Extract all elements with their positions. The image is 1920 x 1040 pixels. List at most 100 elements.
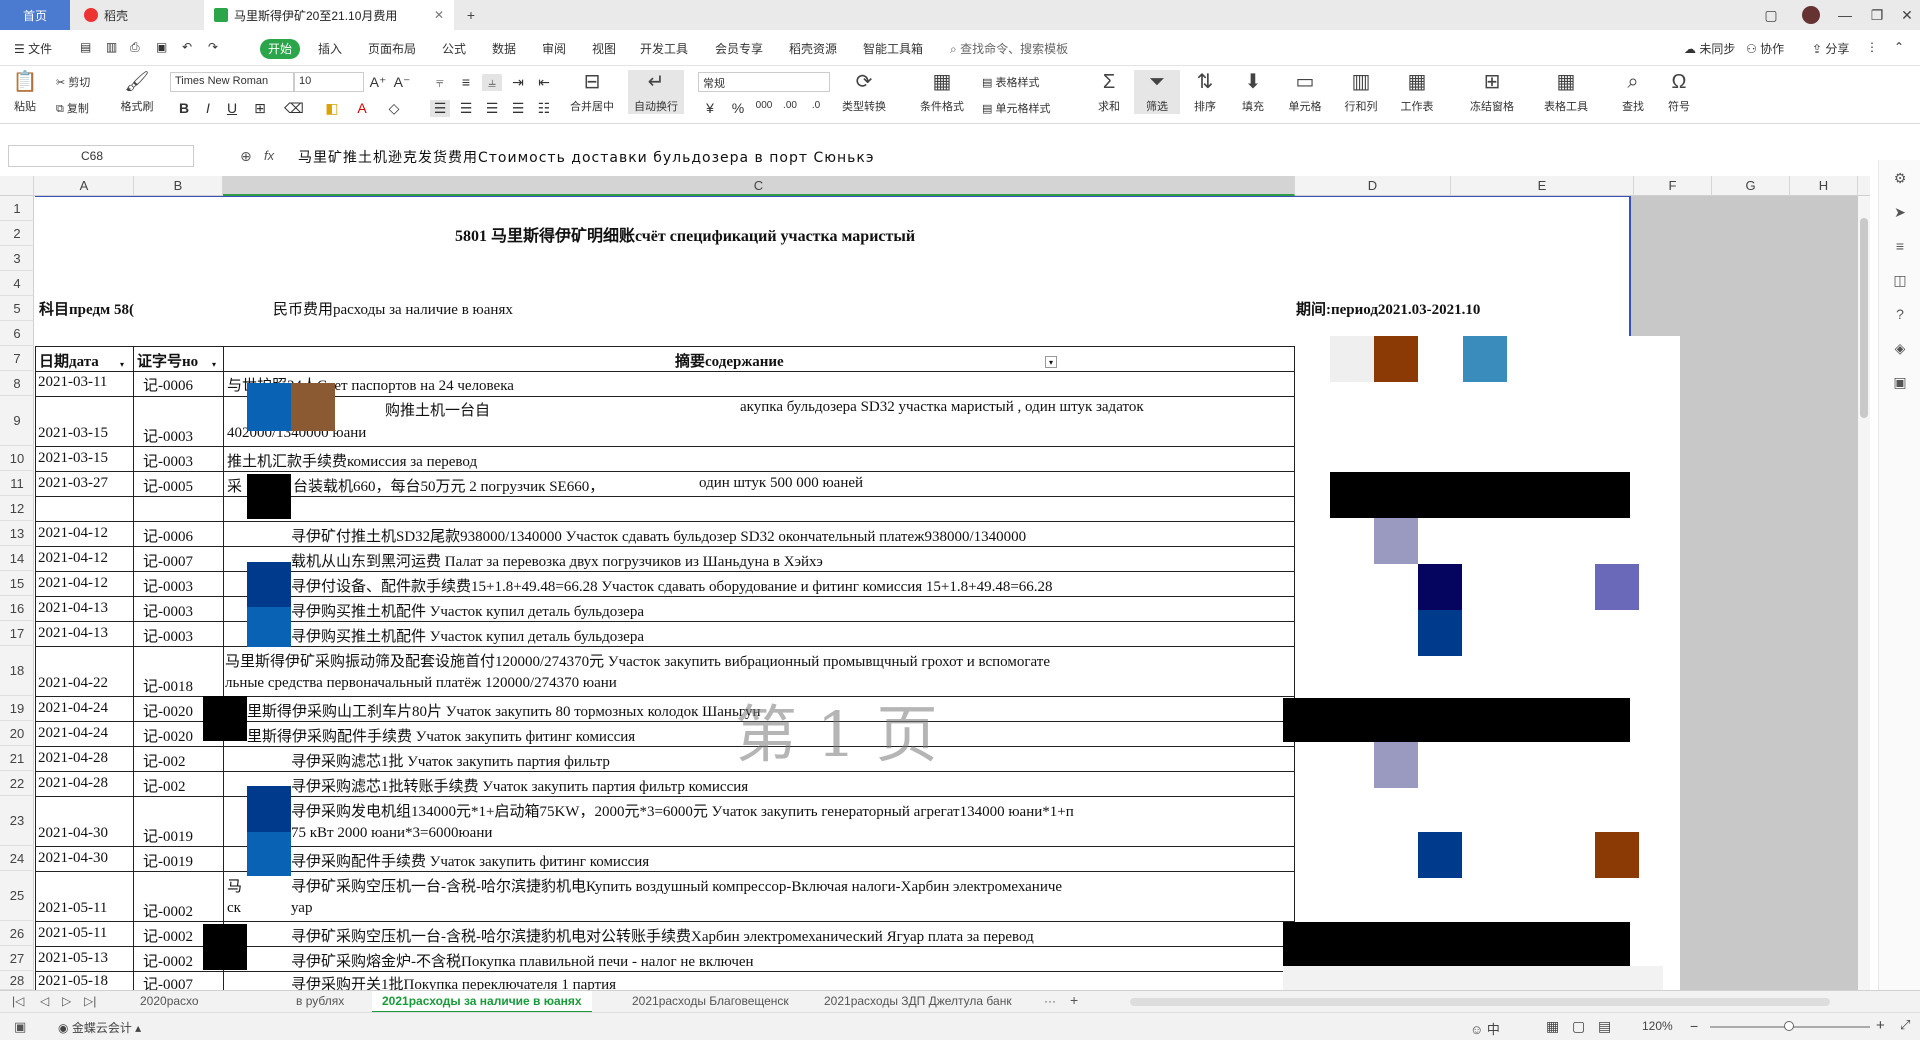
row-header[interactable]: 21 — [0, 746, 34, 771]
print-icon[interactable]: ⎙ — [130, 40, 140, 58]
bold-icon[interactable]: B — [174, 100, 194, 116]
decrease-decimal-icon[interactable]: .0 — [806, 100, 826, 111]
minimize-icon[interactable]: — — [1836, 6, 1854, 24]
type-convert-button[interactable]: ⟳ 类型转换 — [836, 70, 892, 114]
cell-date[interactable]: 2021-05-11 — [38, 900, 107, 917]
cell-summary[interactable]: 载机从山东到黑河运费 Палат за перевозка двух погру… — [291, 550, 1291, 571]
column-header[interactable]: F — [1634, 176, 1712, 196]
cell-summary[interactable]: 寻伊采购开关1批Покупка переключателя 1 партия — [291, 973, 1291, 990]
row-header[interactable]: 15 — [0, 571, 34, 596]
redo-icon[interactable]: ↷ — [208, 40, 218, 58]
collab-button[interactable]: ⚇ 协作 — [1746, 40, 1784, 58]
row-header[interactable]: 3 — [0, 246, 34, 271]
cell-summary[interactable]: 寻伊采购滤芯1批转账手续费 Учаток закупить партия фил… — [291, 775, 1291, 796]
row-header[interactable]: 23 — [0, 796, 34, 846]
cell-voucher[interactable]: 记-0002 — [143, 900, 223, 921]
row-header[interactable]: 12 — [0, 496, 34, 521]
cell-date[interactable]: 2021-03-15 — [38, 450, 108, 467]
cell-date[interactable]: 2021-04-12 — [38, 525, 108, 542]
font-size-select[interactable]: 10 — [294, 72, 364, 92]
cell-summary[interactable]: 马里斯得伊矿采购振动筛及配套设施首付120000/274370元 Участок… — [225, 650, 1293, 671]
wrap-text-button[interactable]: ↵ 自动换行 — [628, 70, 684, 114]
fullscreen-icon[interactable]: ⤢ — [1900, 1017, 1910, 1033]
zoom-out-icon[interactable]: − — [1690, 1018, 1698, 1034]
cell-date[interactable]: 2021-04-12 — [38, 550, 108, 567]
zoom-in-icon[interactable]: + — [1876, 1017, 1885, 1034]
cell-date[interactable]: 2021-04-22 — [38, 675, 108, 692]
underline-icon[interactable]: U — [222, 100, 242, 116]
cell-voucher[interactable]: 记-0003 — [143, 450, 223, 471]
row-header[interactable]: 13 — [0, 521, 34, 546]
menu-developer[interactable]: 开发工具 — [640, 40, 688, 58]
cell-summary[interactable]: 寻伊购买推土机配件 Участок купил деталь бульдозер… — [291, 600, 1291, 621]
last-sheet-icon[interactable]: ▷| — [84, 994, 96, 1008]
column-header[interactable]: E — [1451, 176, 1634, 196]
row-header[interactable]: 11 — [0, 471, 34, 496]
new-tab-button[interactable]: + — [462, 6, 480, 24]
menu-view[interactable]: 视图 — [592, 40, 616, 58]
cell-style-button[interactable]: ▤ 单元格样式 — [982, 100, 1050, 116]
restore-icon[interactable]: ❐ — [1868, 6, 1886, 24]
collapse-ribbon-icon[interactable]: ⌃ — [1894, 40, 1904, 58]
symbol-button[interactable]: Ω 符号 — [1656, 70, 1702, 114]
more-icon[interactable]: ⋮ — [1866, 40, 1878, 58]
cell-voucher[interactable]: 记-0003 — [143, 600, 223, 621]
row-header[interactable]: 18 — [0, 646, 34, 696]
increase-font-icon[interactable]: A⁺ — [368, 74, 388, 91]
conditional-format-button[interactable]: ▦ 条件格式 — [912, 70, 972, 114]
horizontal-scrollbar[interactable] — [1130, 998, 1830, 1006]
cell-date[interactable]: 2021-05-18 — [38, 973, 108, 990]
zoom-formula-icon[interactable]: ⊕ — [240, 148, 252, 165]
cell-date[interactable]: 2021-03-27 — [38, 475, 108, 492]
sheet-tab[interactable]: 2021расходы ЗДП Джелтула банк — [824, 994, 1012, 1008]
filter-dropdown-icon[interactable]: ▾ — [120, 360, 124, 369]
cell-summary[interactable]: 推土机汇款手续费комиссия за перевод — [227, 450, 477, 471]
fill-color-icon[interactable]: ◧ — [322, 100, 342, 117]
add-sheet-icon[interactable]: + — [1070, 992, 1078, 1008]
row-header[interactable]: 20 — [0, 721, 34, 746]
cell-summary[interactable]: 购推土机一台自 — [385, 399, 490, 420]
decrease-font-icon[interactable]: A⁻ — [392, 74, 412, 91]
row-header[interactable]: 7 — [0, 346, 34, 371]
row-header[interactable]: 25 — [0, 871, 34, 921]
cell-date[interactable]: 2021-04-12 — [38, 575, 108, 592]
column-header[interactable]: G — [1712, 176, 1790, 196]
distribute-icon[interactable]: ☷ — [534, 100, 554, 117]
layers-icon[interactable]: ▣ — [1891, 374, 1909, 392]
cell-date[interactable]: 2021-04-30 — [38, 850, 108, 867]
cut-button[interactable]: ✂ 剪切 — [56, 74, 90, 90]
sheet-grid[interactable]: 5801 马里斯得伊矿明细账счёт спецификаций участка … — [35, 196, 1870, 990]
row-header[interactable]: 19 — [0, 696, 34, 721]
row-header[interactable]: 27 — [0, 946, 34, 971]
row-header[interactable]: 16 — [0, 596, 34, 621]
filter-dropdown-icon[interactable]: ▾ — [1045, 356, 1057, 368]
cell-voucher[interactable]: 记-002 — [143, 775, 223, 796]
copy-button[interactable]: ⧉ 复制 — [56, 100, 89, 116]
name-box[interactable]: C68 — [8, 145, 194, 167]
kingdee-plugin[interactable]: ◉ 金蝶云会计 ▴ — [58, 1019, 141, 1036]
avatar[interactable] — [1802, 6, 1820, 24]
cell-voucher[interactable]: 记-0006 — [143, 374, 223, 395]
cell-date[interactable]: 2021-04-24 — [38, 725, 108, 742]
cell-date[interactable]: 2021-03-15 — [38, 425, 108, 442]
menu-insert[interactable]: 插入 — [318, 40, 342, 58]
sum-button[interactable]: Σ 求和 — [1086, 70, 1132, 114]
cursor-icon[interactable]: ➤ — [1891, 204, 1909, 222]
prev-sheet-icon[interactable]: ◁ — [40, 994, 49, 1008]
align-middle-icon[interactable]: ≡ — [456, 74, 476, 90]
close-icon[interactable]: ✕ — [1898, 6, 1916, 24]
italic-icon[interactable]: I — [198, 100, 218, 116]
tab-close-icon[interactable]: ✕ — [434, 8, 444, 22]
next-sheet-icon[interactable]: ▷ — [62, 994, 71, 1008]
cell-summary[interactable]: 寻伊购买推土机配件 Участок купил деталь бульдозер… — [291, 625, 1291, 646]
row-header[interactable]: 22 — [0, 771, 34, 796]
cell-summary[interactable]: 采 — [227, 475, 242, 496]
cell-voucher[interactable]: 记-0019 — [143, 825, 223, 846]
cell-summary[interactable]: 寻伊矿采购熔金炉-不含税Покупка плавильной печи - на… — [291, 950, 1291, 971]
cell-voucher[interactable]: 记-002 — [143, 750, 223, 771]
format-painter-button[interactable]: 🖌 格式刷 — [112, 70, 162, 114]
tab-docer[interactable]: 稻壳 — [74, 0, 200, 30]
row-header[interactable]: 9 — [0, 396, 34, 446]
row-header[interactable]: 24 — [0, 846, 34, 871]
cell-date[interactable]: 2021-03-11 — [38, 374, 107, 391]
